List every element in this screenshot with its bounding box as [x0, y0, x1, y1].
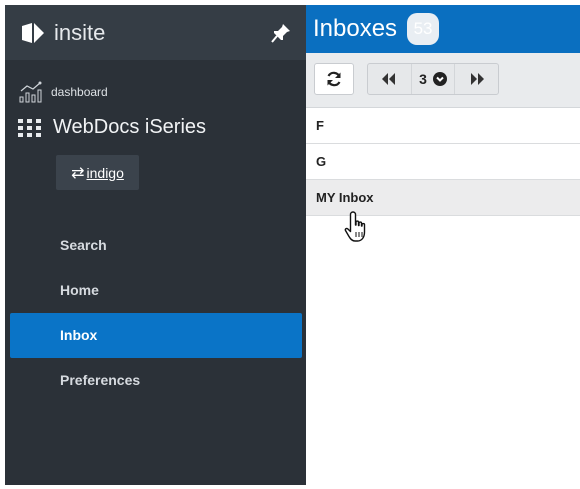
- list-item[interactable]: G: [306, 144, 580, 180]
- double-chevron-left-icon: [382, 73, 396, 85]
- sidebar-item-inbox[interactable]: Inbox: [10, 313, 302, 358]
- previous-page-button[interactable]: [368, 64, 411, 94]
- list-item[interactable]: F: [306, 108, 580, 144]
- dashboard-label: dashboard: [51, 85, 108, 99]
- brand-name: insite: [54, 19, 106, 45]
- chevron-down-circle-icon: [432, 72, 447, 86]
- page-select[interactable]: 3: [410, 64, 455, 94]
- sidebar-item-home[interactable]: Home: [10, 268, 302, 313]
- sidebar-nav: Search Home Inbox Preferences: [5, 223, 306, 403]
- grid-icon: [18, 118, 41, 137]
- page-number: 3: [419, 71, 427, 87]
- refresh-button[interactable]: [314, 63, 354, 95]
- inbox-list: F G MY Inbox: [306, 108, 580, 216]
- environment-switch-button[interactable]: ⇄ indigo: [56, 155, 139, 190]
- chart-icon: [19, 81, 42, 103]
- dashboard-link[interactable]: dashboard: [18, 80, 306, 104]
- hand-cursor-icon: [344, 211, 366, 242]
- count-badge: 53: [407, 13, 440, 45]
- sidebar-item-preferences[interactable]: Preferences: [10, 358, 302, 403]
- sidebar-header: insite: [5, 5, 306, 60]
- double-chevron-right-icon: [470, 73, 484, 85]
- insite-logo-icon: [22, 22, 44, 43]
- sidebar-item-search[interactable]: Search: [10, 223, 302, 268]
- environment-label: indigo: [86, 164, 124, 181]
- refresh-icon: [327, 71, 341, 87]
- page-title: Inboxes: [313, 15, 398, 42]
- main-header: Inboxes 53: [306, 5, 580, 53]
- sidebar: insite dashboard WebDocs iSeries ⇄ indig…: [5, 5, 306, 485]
- pager: 3: [367, 63, 499, 95]
- app-name: WebDocs iSeries: [53, 116, 207, 138]
- swap-icon: ⇄: [71, 164, 85, 182]
- pin-icon[interactable]: [270, 22, 292, 44]
- next-page-button[interactable]: [454, 64, 498, 94]
- toolbar: 3: [306, 53, 580, 108]
- app-switcher[interactable]: WebDocs iSeries: [17, 116, 306, 139]
